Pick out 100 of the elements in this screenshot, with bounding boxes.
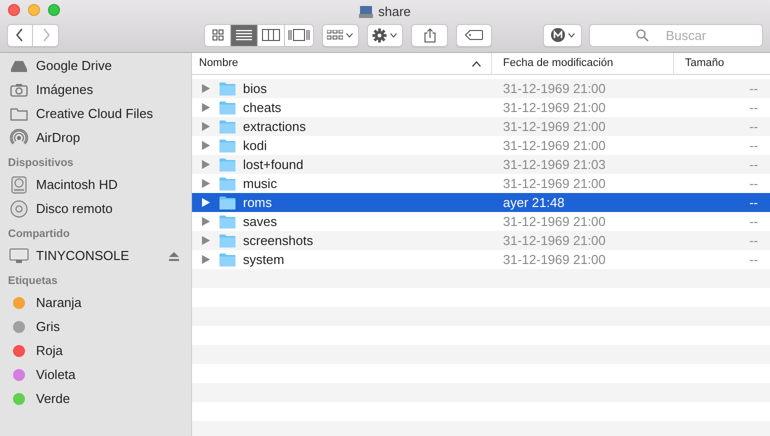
sidebar-label: Imágenes <box>36 81 94 100</box>
sidebar-item[interactable]: Gris <box>8 315 191 339</box>
modified-date: 31-12-1969 21:00 <box>502 80 607 98</box>
monitor-icon <box>9 248 29 264</box>
file-row[interactable]: bios 31-12-1969 21:00 -- <box>192 79 770 98</box>
sidebar-item[interactable]: Imágenes <box>8 78 191 102</box>
disclosure-icon[interactable] <box>202 160 210 169</box>
sidebar-label: Google Drive <box>36 57 113 76</box>
group-button[interactable] <box>322 24 359 46</box>
folder-icon <box>219 176 236 190</box>
circle-m-icon <box>550 28 565 42</box>
folder-icon <box>219 120 236 134</box>
sidebar-item[interactable]: Disco remoto <box>8 197 191 221</box>
modified-date: 31-12-1969 21:00 <box>502 98 607 117</box>
disc-icon <box>10 200 28 218</box>
tag-icon <box>465 30 484 40</box>
file-row[interactable]: roms ayer 21:48 -- <box>192 193 770 212</box>
sidebar-label: Disco remoto <box>36 200 114 218</box>
file-row[interactable]: extractions 31-12-1969 21:00 -- <box>192 117 770 136</box>
sidebar-section-title: Compartido <box>8 227 71 242</box>
sidebar-item[interactable]: AirDrop <box>8 126 191 150</box>
hard-drive-icon <box>11 176 27 194</box>
file-name: extractions <box>243 118 306 136</box>
column-header[interactable]: Fecha de modificación <box>492 53 674 74</box>
column-header[interactable]: Nombre <box>192 53 492 74</box>
sidebar-item[interactable]: Violeta <box>8 363 191 387</box>
disclosure-icon[interactable] <box>202 122 210 131</box>
folder-icon <box>219 214 236 228</box>
disclosure-icon[interactable] <box>202 84 210 93</box>
disclosure-icon[interactable] <box>202 217 210 226</box>
view-mode-button[interactable] <box>204 24 231 46</box>
back-button[interactable] <box>7 24 33 46</box>
column-header[interactable]: Tamaño <box>674 53 770 74</box>
disclosure-icon[interactable] <box>202 103 210 112</box>
columns-icon <box>262 29 280 41</box>
folder-icon <box>219 234 236 248</box>
drive-icon <box>10 58 28 74</box>
file-name: screenshots <box>243 232 314 250</box>
view-mode-button[interactable] <box>258 24 285 46</box>
gear-icon <box>372 28 388 42</box>
search-field[interactable]: Buscar <box>588 24 763 46</box>
view-mode-button[interactable] <box>285 24 314 46</box>
modified-date: 31-12-1969 21:00 <box>502 136 607 155</box>
eject-icon[interactable] <box>169 252 179 260</box>
folder-icon <box>219 252 236 266</box>
file-row[interactable]: lost+found 31-12-1969 21:03 -- <box>192 155 770 174</box>
sidebar-item[interactable]: Verde <box>8 387 191 411</box>
sidebar-label: Macintosh HD <box>36 176 119 194</box>
sidebar-label: Naranja <box>36 294 83 312</box>
sidebar-label: TINYCONSOLE <box>36 247 130 266</box>
sidebar-label: Violeta <box>36 366 77 384</box>
modified-date: 31-12-1969 21:03 <box>502 156 607 174</box>
minimize-button[interactable] <box>28 4 40 16</box>
modified-date: 31-12-1969 21:00 <box>502 212 607 231</box>
disclosure-icon[interactable] <box>202 255 210 264</box>
modified-date: 31-12-1969 21:00 <box>502 174 607 193</box>
close-button[interactable] <box>8 4 20 16</box>
file-name: saves <box>243 212 277 231</box>
disclosure-icon[interactable] <box>202 236 210 245</box>
file-name: bios <box>243 80 267 98</box>
folder-icon <box>219 196 236 210</box>
sidebar-label: Roja <box>36 342 64 360</box>
airdrop-icon <box>10 129 28 147</box>
zoom-button[interactable] <box>48 4 60 16</box>
account-button[interactable] <box>543 24 582 46</box>
sidebar-label: Gris <box>36 318 61 336</box>
sidebar-item[interactable]: Naranja <box>8 291 191 315</box>
action-button[interactable] <box>366 24 404 46</box>
disclosure-icon[interactable] <box>202 141 210 150</box>
folder-icon <box>219 158 236 172</box>
camera-icon <box>10 82 28 98</box>
file-name: system <box>243 250 284 269</box>
disclosure-icon[interactable] <box>202 179 210 188</box>
disclosure-icon[interactable] <box>202 198 210 207</box>
file-size: -- <box>748 174 759 193</box>
sidebar-item[interactable]: Macintosh HD <box>8 173 191 197</box>
sidebar-item[interactable]: Google Drive <box>8 54 191 78</box>
sidebar-section-title: Dispositivos <box>8 156 74 172</box>
sidebar-label: Creative Cloud Files <box>36 105 154 124</box>
file-size: -- <box>748 156 759 174</box>
share-button[interactable] <box>411 24 448 46</box>
modified-date: 31-12-1969 21:00 <box>502 232 607 250</box>
tag-button[interactable] <box>456 24 492 46</box>
sidebar-item[interactable]: TINYCONSOLE <box>8 244 191 268</box>
sidebar-item[interactable]: Roja <box>8 339 191 363</box>
file-name: music <box>243 174 277 193</box>
gallery-icon <box>288 29 310 41</box>
sidebar-section-title: Etiquetas <box>8 274 59 290</box>
file-name: roms <box>243 194 272 212</box>
file-size: -- <box>748 80 759 98</box>
file-name: lost+found <box>243 156 304 174</box>
view-mode-button[interactable] <box>231 24 258 46</box>
file-name: cheats <box>243 98 282 117</box>
sidebar-item[interactable]: Creative Cloud Files <box>8 102 191 126</box>
file-size: -- <box>748 136 759 155</box>
modified-date: ayer 21:48 <box>502 194 566 212</box>
caret-icon <box>568 32 575 38</box>
file-row[interactable]: screenshots 31-12-1969 21:00 -- <box>192 231 770 250</box>
sidebar-label: Verde <box>36 390 71 408</box>
sort-icon <box>472 60 481 66</box>
